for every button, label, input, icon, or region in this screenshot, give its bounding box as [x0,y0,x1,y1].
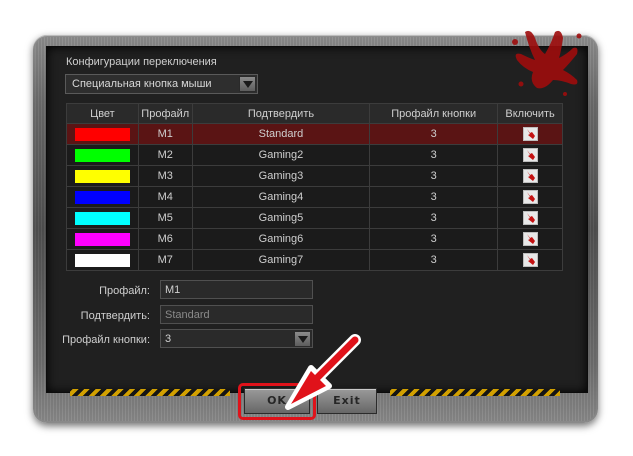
mouse-enable-icon[interactable] [522,211,538,225]
row-confirm: Gaming3 [191,165,371,187]
button-profile-label: Профайл кнопки: [62,334,150,346]
hazard-stripe-left [70,389,230,396]
row-color-cell[interactable] [66,207,139,229]
row-color-cell[interactable] [66,123,139,145]
color-swatch[interactable] [74,148,130,162]
row-enable-cell [497,228,563,250]
row-button-profile: 3 [369,228,499,250]
confirm-label: Подтвердить: [80,310,150,322]
row-profile: M1 [137,123,193,145]
mouse-enable-icon[interactable] [522,190,538,204]
color-swatch[interactable] [74,127,130,141]
row-color-cell[interactable] [66,165,139,187]
row-button-profile: 3 [369,144,499,166]
row-profile: M3 [137,165,193,187]
row-confirm: Gaming5 [191,207,371,229]
row-color-cell[interactable] [66,144,139,166]
row-enable-cell [497,249,563,271]
header-confirm: Подтвердить [191,103,371,124]
profile-table: Цвет Профайл Подтвердить Профайл кнопки … [66,103,563,271]
row-confirm: Gaming6 [191,228,371,250]
table-row[interactable]: M2 Gaming2 3 [66,144,563,166]
table-header-row: Цвет Профайл Подтвердить Профайл кнопки … [66,103,563,124]
row-enable-cell [497,144,563,166]
table-row[interactable]: M1 Standard 3 [66,123,563,145]
mouse-enable-icon[interactable] [522,169,538,183]
row-enable-cell [497,165,563,187]
row-confirm: Gaming7 [191,249,371,271]
row-color-cell[interactable] [66,249,139,271]
button-profile-dropdown[interactable]: 3 [160,329,313,348]
row-button-profile: 3 [369,186,499,208]
row-enable-cell [497,207,563,229]
header-button-profile: Профайл кнопки [369,103,499,124]
mouse-enable-icon[interactable] [522,127,538,141]
table-row[interactable]: M7 Gaming7 3 [66,249,563,271]
row-button-profile: 3 [369,249,499,271]
color-swatch[interactable] [74,232,130,246]
color-swatch[interactable] [74,190,130,204]
row-enable-cell [497,123,563,145]
row-profile: M7 [137,249,193,271]
row-color-cell[interactable] [66,186,139,208]
hazard-stripe-right [390,389,560,396]
mouse-enable-icon[interactable] [522,232,538,246]
row-confirm: Gaming4 [191,186,371,208]
exit-button[interactable]: Exit [317,388,377,414]
mouse-enable-icon[interactable] [522,148,538,162]
section-title: Конфигурации переключения [66,56,217,68]
table-row[interactable]: M5 Gaming5 3 [66,207,563,229]
confirm-input[interactable]: Standard [160,305,313,324]
row-button-profile: 3 [369,123,499,145]
table-row[interactable]: M4 Gaming4 3 [66,186,563,208]
table-row[interactable]: M3 Gaming3 3 [66,165,563,187]
row-confirm: Gaming2 [191,144,371,166]
mode-dropdown-value: Специальная кнопка мыши [72,78,212,90]
profile-input[interactable]: M1 [160,280,313,299]
mouse-enable-icon[interactable] [522,253,538,267]
row-confirm: Standard [191,123,371,145]
color-swatch[interactable] [74,169,130,183]
ok-highlight-frame [238,383,316,420]
row-button-profile: 3 [369,207,499,229]
blood-splatter-icon [512,30,582,96]
header-profile: Профайл [137,103,193,124]
row-profile: M2 [137,144,193,166]
row-color-cell[interactable] [66,228,139,250]
chevron-down-icon[interactable] [239,76,256,92]
row-profile: M6 [137,228,193,250]
row-enable-cell [497,186,563,208]
profile-label: Профайл: [99,285,150,297]
table-row[interactable]: M6 Gaming6 3 [66,228,563,250]
header-color: Цвет [66,103,139,124]
row-profile: M5 [137,207,193,229]
row-button-profile: 3 [369,165,499,187]
color-swatch[interactable] [74,253,130,267]
chevron-down-icon[interactable] [294,331,311,347]
header-enable: Включить [497,103,563,124]
mode-dropdown[interactable]: Специальная кнопка мыши [65,74,258,94]
button-profile-value: 3 [165,333,172,345]
color-swatch[interactable] [74,211,130,225]
row-profile: M4 [137,186,193,208]
